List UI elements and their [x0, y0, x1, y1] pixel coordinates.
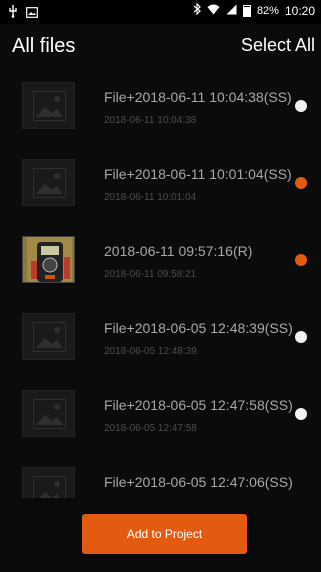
bluetooth-icon	[193, 2, 201, 18]
image-placeholder-icon	[22, 159, 75, 206]
file-list-item[interactable]: File+2018-06-11 10:04:38(SS) 2018-06-11 1…	[0, 70, 321, 147]
file-list-item[interactable]: File+2018-06-05 12:47:58(SS) 2018-06-05 1…	[0, 378, 321, 455]
file-title: 2018-06-11 09:57:16(R)	[104, 243, 253, 259]
file-title: File+2018-06-11 10:01:04(SS)	[104, 166, 292, 182]
page-title: All files	[12, 35, 76, 57]
battery-percent: 82%	[256, 4, 279, 17]
file-title: File+2018-06-11 10:04:38(SS)	[104, 89, 292, 105]
file-list-item[interactable]: File+2018-06-05 12:48:39(SS) 2018-06-05 1…	[0, 301, 321, 378]
select-all-button[interactable]: Select All	[241, 35, 315, 56]
image-placeholder-icon	[22, 82, 75, 129]
image-placeholder-icon	[22, 390, 75, 437]
unselected-indicator[interactable]	[295, 100, 307, 112]
file-title: File+2018-06-05 12:47:06(SS)	[104, 474, 293, 490]
image-placeholder-icon	[22, 467, 75, 498]
file-title: File+2018-06-05 12:48:39(SS)	[104, 320, 293, 336]
app-screen: 82% 10:20 All files Select All File+2018…	[0, 0, 321, 572]
file-list-item[interactable]: File+2018-06-05 12:47:06(SS)	[0, 455, 321, 498]
file-timestamp: 2018-06-05 12:48:39	[104, 346, 197, 357]
image-placeholder-icon	[22, 313, 75, 360]
file-timestamp: 2018-06-11 10:04:38	[104, 115, 197, 126]
image-notification-icon	[26, 5, 38, 23]
selected-indicator[interactable]	[295, 254, 307, 266]
bottom-action-area: Add to Project	[0, 498, 321, 572]
file-list[interactable]: File+2018-06-11 10:04:38(SS) 2018-06-11 1…	[0, 70, 321, 498]
status-bar-left	[8, 4, 38, 23]
file-list-item[interactable]: 2018-06-11 09:57:16(R) 2018-06-11 09:58:2…	[0, 224, 321, 301]
usb-icon	[8, 4, 18, 23]
battery-icon	[242, 4, 251, 17]
status-bar: 82% 10:20	[0, 0, 321, 24]
photo-thumbnail	[22, 236, 75, 283]
unselected-indicator[interactable]	[295, 331, 307, 343]
unselected-indicator[interactable]	[295, 408, 307, 420]
file-timestamp: 2018-06-05 12:47:58	[104, 423, 197, 434]
selected-indicator[interactable]	[295, 177, 307, 189]
add-to-project-button[interactable]: Add to Project	[82, 514, 247, 554]
status-bar-right: 82% 10:20	[193, 2, 315, 18]
file-timestamp: 2018-06-11 10:01:04	[104, 192, 197, 203]
file-title: File+2018-06-05 12:47:58(SS)	[104, 397, 293, 413]
file-list-item[interactable]: File+2018-06-11 10:01:04(SS) 2018-06-11 1…	[0, 147, 321, 224]
signal-icon	[226, 4, 237, 18]
file-timestamp: 2018-06-11 09:58:21	[104, 269, 197, 280]
wifi-icon	[207, 4, 220, 18]
header-bar: All files Select All	[0, 24, 321, 70]
clock-time: 10:20	[284, 3, 315, 18]
